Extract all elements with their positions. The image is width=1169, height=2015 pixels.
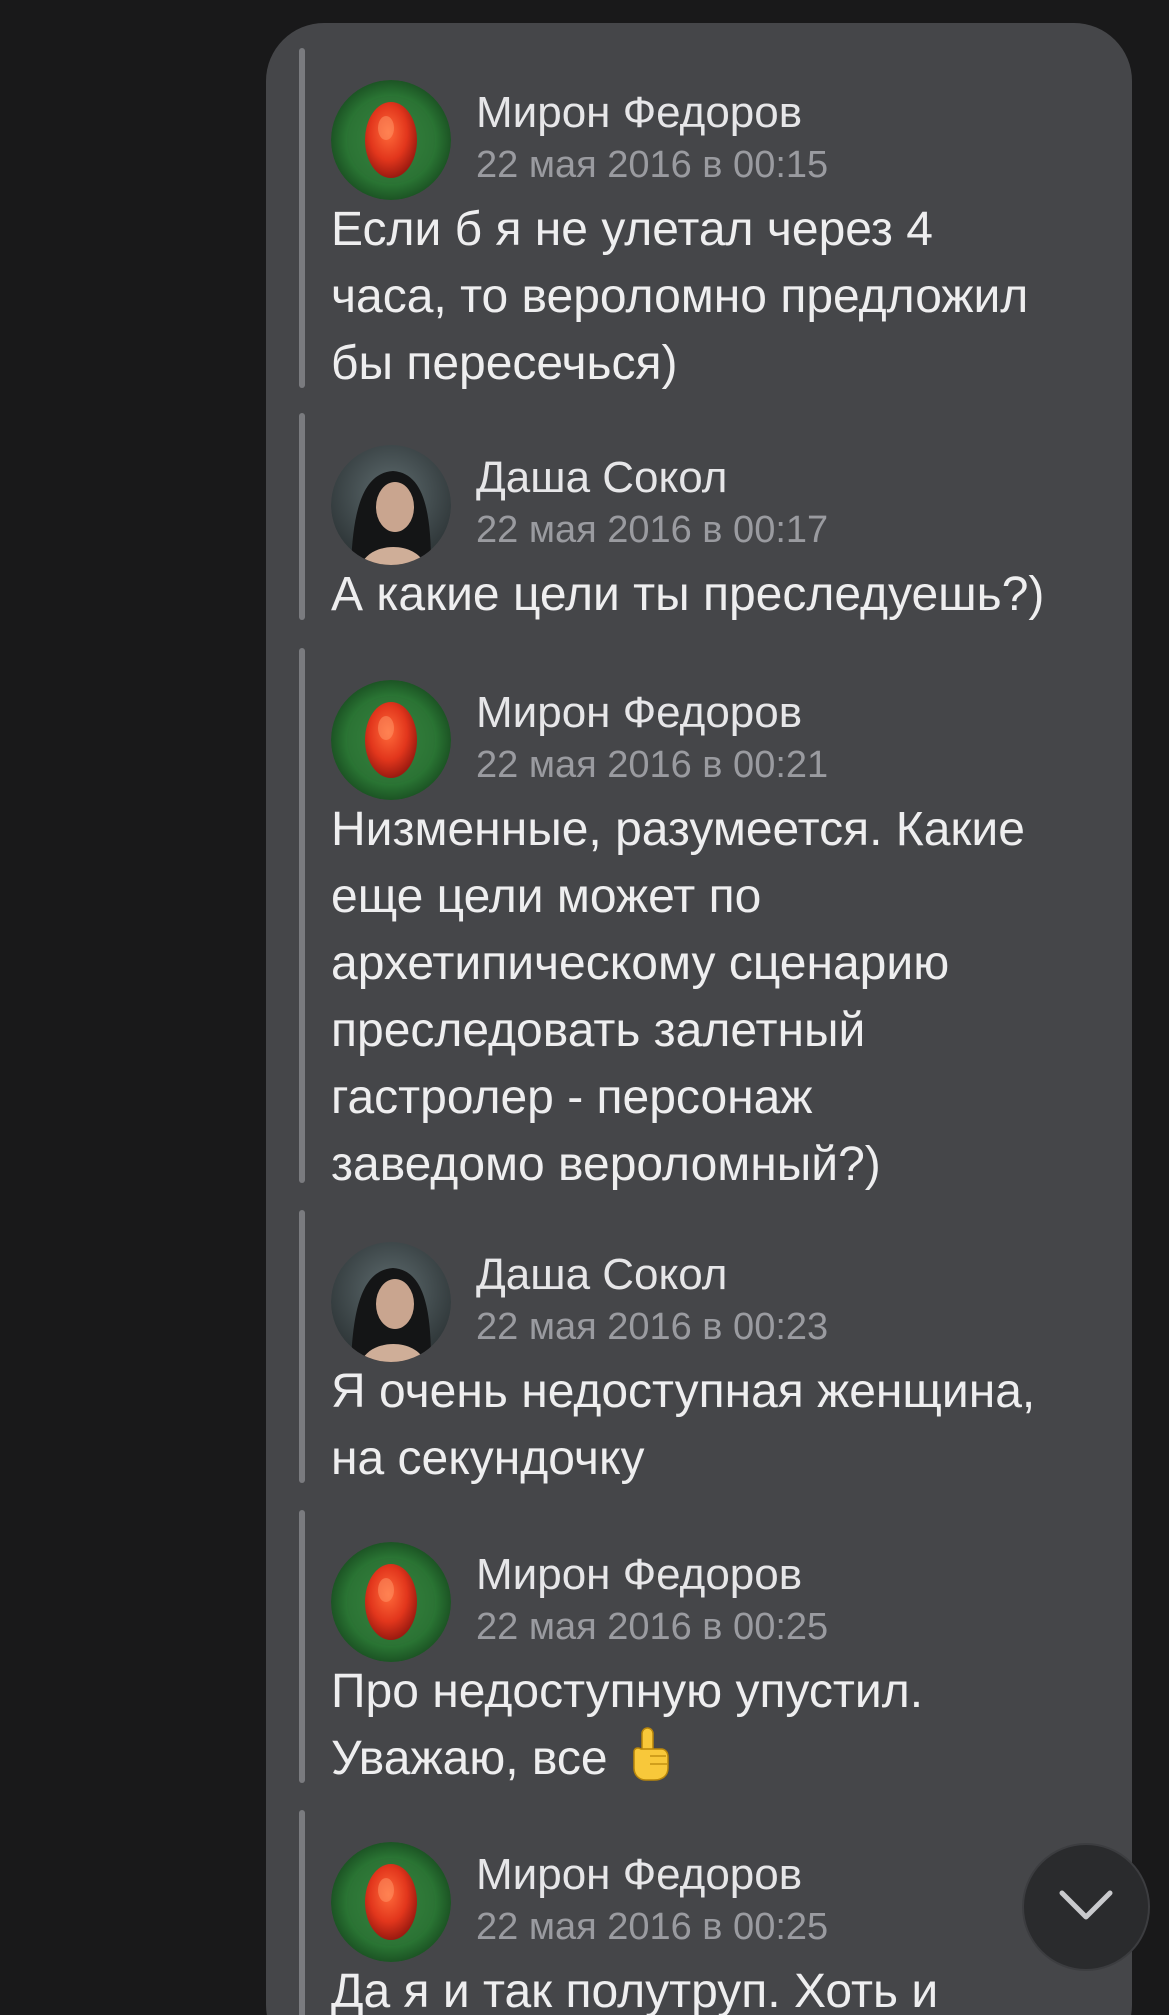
quote-bar <box>299 1210 305 1483</box>
message-date: 22 мая 2016 в 00:23 <box>476 1306 829 1348</box>
author-name[interactable]: Мирон Федоров <box>476 1850 802 1900</box>
chevron-down-icon <box>1058 1888 1114 1927</box>
message-line: Уважаю, все <box>331 1725 1131 1800</box>
red-seed-avatar[interactable] <box>331 680 451 800</box>
pointing-up-hand-icon <box>626 1726 672 1800</box>
message-line: гастролер - персонаж <box>331 1071 813 1124</box>
author-name[interactable]: Мирон Федоров <box>476 688 802 738</box>
message-line-text: Уважаю, все <box>331 1732 608 1785</box>
message-date: 22 мая 2016 в 00:17 <box>476 509 829 551</box>
quote-bar <box>299 48 305 388</box>
author-name[interactable]: Мирон Федоров <box>476 1550 802 1600</box>
quote-bar <box>299 648 305 1183</box>
forwarded-messages-bubble: Мирон Федоров 22 мая 2016 в 00:15 Если б… <box>266 23 1132 2015</box>
message-text: Да я и так полутруп. Хоть и <box>331 1958 1131 2015</box>
message-line: Если б я не улетал через 4 <box>331 203 933 256</box>
chat-screen: Мирон Федоров 22 мая 2016 в 00:15 Если б… <box>0 0 1169 2015</box>
author-name[interactable]: Мирон Федоров <box>476 88 802 138</box>
message-line: архетипическому сценарию <box>331 937 950 990</box>
red-seed-avatar[interactable] <box>331 1542 451 1662</box>
message-item: Мирон Федоров 22 мая 2016 в 00:21 Низмен… <box>266 648 1132 1191</box>
message-line: Я очень недоступная женщина, <box>331 1365 1036 1418</box>
message-line: на секундочку <box>331 1432 645 1485</box>
message-item: Мирон Федоров 22 мая 2016 в 00:15 Если б… <box>266 48 1132 390</box>
author-name[interactable]: Даша Сокол <box>476 453 727 503</box>
author-name[interactable]: Даша Сокол <box>476 1250 727 1300</box>
message-line: А какие цели ты преследуешь?) <box>331 568 1045 621</box>
message-date: 22 мая 2016 в 00:25 <box>476 1606 829 1648</box>
woman-portrait-avatar[interactable] <box>331 1242 451 1362</box>
message-line: заведомо вероломный?) <box>331 1138 881 1191</box>
quote-bar <box>299 413 305 620</box>
message-date: 22 мая 2016 в 00:21 <box>476 744 829 786</box>
message-line: бы пересечься) <box>331 337 678 390</box>
message-text: А какие цели ты преследуешь?) <box>331 561 1131 628</box>
message-text: Низменные, разумеется. Какие еще цели мо… <box>331 796 1131 1198</box>
message-text: Если б я не улетал через 4 часа, то веро… <box>331 196 1131 397</box>
message-date: 22 мая 2016 в 00:15 <box>476 144 829 186</box>
message-line: часа, то вероломно предложил <box>331 270 1029 323</box>
quote-bar <box>299 1510 305 1783</box>
message-line: Низменные, разумеется. Какие <box>331 803 1025 856</box>
red-seed-avatar[interactable] <box>331 1842 451 1962</box>
message-item: Мирон Федоров 22 мая 2016 в 00:25 Про не… <box>266 1510 1132 1785</box>
message-date: 22 мая 2016 в 00:25 <box>476 1906 829 1948</box>
message-line: преследовать залетный <box>331 1004 866 1057</box>
message-line: Да я и так полутруп. Хоть и <box>331 1965 939 2015</box>
message-item: Даша Сокол 22 мая 2016 в 00:23 Я очень н… <box>266 1210 1132 1485</box>
scroll-down-button[interactable] <box>1022 1843 1150 1971</box>
message-text: Про недоступную упустил. Уважаю, все <box>331 1658 1131 1800</box>
message-item: Даша Сокол 22 мая 2016 в 00:17 А какие ц… <box>266 413 1132 621</box>
message-line: Про недоступную упустил. <box>331 1665 924 1718</box>
message-text: Я очень недоступная женщина, на секундоч… <box>331 1358 1131 1492</box>
quote-bar <box>299 1810 305 2015</box>
red-seed-avatar[interactable] <box>331 80 451 200</box>
message-line: еще цели может по <box>331 870 762 923</box>
message-item: Мирон Федоров 22 мая 2016 в 00:25 Да я и… <box>266 1810 1132 2015</box>
woman-portrait-avatar[interactable] <box>331 445 451 565</box>
